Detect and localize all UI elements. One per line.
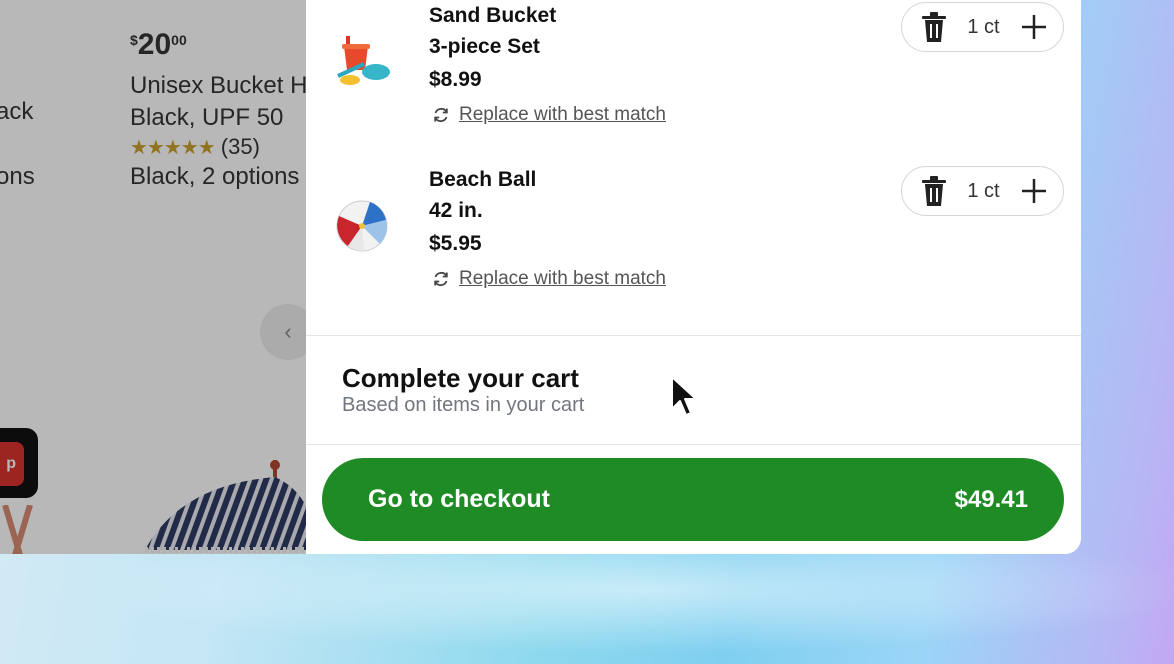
divider	[306, 335, 1081, 336]
plus-icon[interactable]	[1019, 12, 1049, 42]
checkout-label: Go to checkout	[368, 485, 550, 513]
mouse-pointer-icon	[671, 376, 697, 416]
refresh-icon	[434, 107, 448, 123]
item-name[interactable]: Beach Ball 42 in.	[429, 164, 536, 226]
complete-your-cart-heading: Complete your cart	[342, 363, 579, 393]
desktop-wallpaper	[0, 540, 1174, 664]
sand-bucket-image	[337, 36, 390, 85]
cart-item: Sand Bucket 3-piece Set $8.99 Replace wi…	[306, 0, 1081, 160]
quantity-stepper: 1 ct	[901, 166, 1064, 216]
quantity-value: 1 ct	[967, 15, 1000, 38]
complete-your-cart-subtitle: Based on items in your cart	[342, 394, 585, 416]
quantity-value: 1 ct	[967, 179, 1000, 202]
item-name[interactable]: Sand Bucket 3-piece Set	[429, 0, 556, 62]
beach-ball-image	[336, 200, 388, 252]
go-to-checkout-button[interactable]: Go to checkout $49.41	[322, 458, 1064, 541]
checkout-total: $49.41	[954, 485, 1028, 513]
plus-icon[interactable]	[1019, 176, 1049, 206]
cart-item: Beach Ball 42 in. $5.95 Replace with bes…	[306, 164, 1081, 324]
replace-with-best-match-link[interactable]: Replace with best match	[431, 104, 666, 126]
refresh-icon	[434, 271, 448, 287]
trash-icon[interactable]	[920, 11, 948, 43]
divider	[306, 444, 1081, 445]
browser-window: ack ons $2000 Unisex Bucket H Black, UPF…	[0, 0, 1081, 554]
modal-backdrop[interactable]	[0, 0, 306, 554]
item-price: $8.99	[429, 68, 482, 91]
item-price: $5.95	[429, 232, 482, 255]
cart-drawer: Sand Bucket 3-piece Set $8.99 Replace wi…	[306, 0, 1081, 554]
replace-with-best-match-link[interactable]: Replace with best match	[431, 268, 666, 290]
quantity-stepper: 1 ct	[901, 2, 1064, 52]
trash-icon[interactable]	[920, 175, 948, 207]
